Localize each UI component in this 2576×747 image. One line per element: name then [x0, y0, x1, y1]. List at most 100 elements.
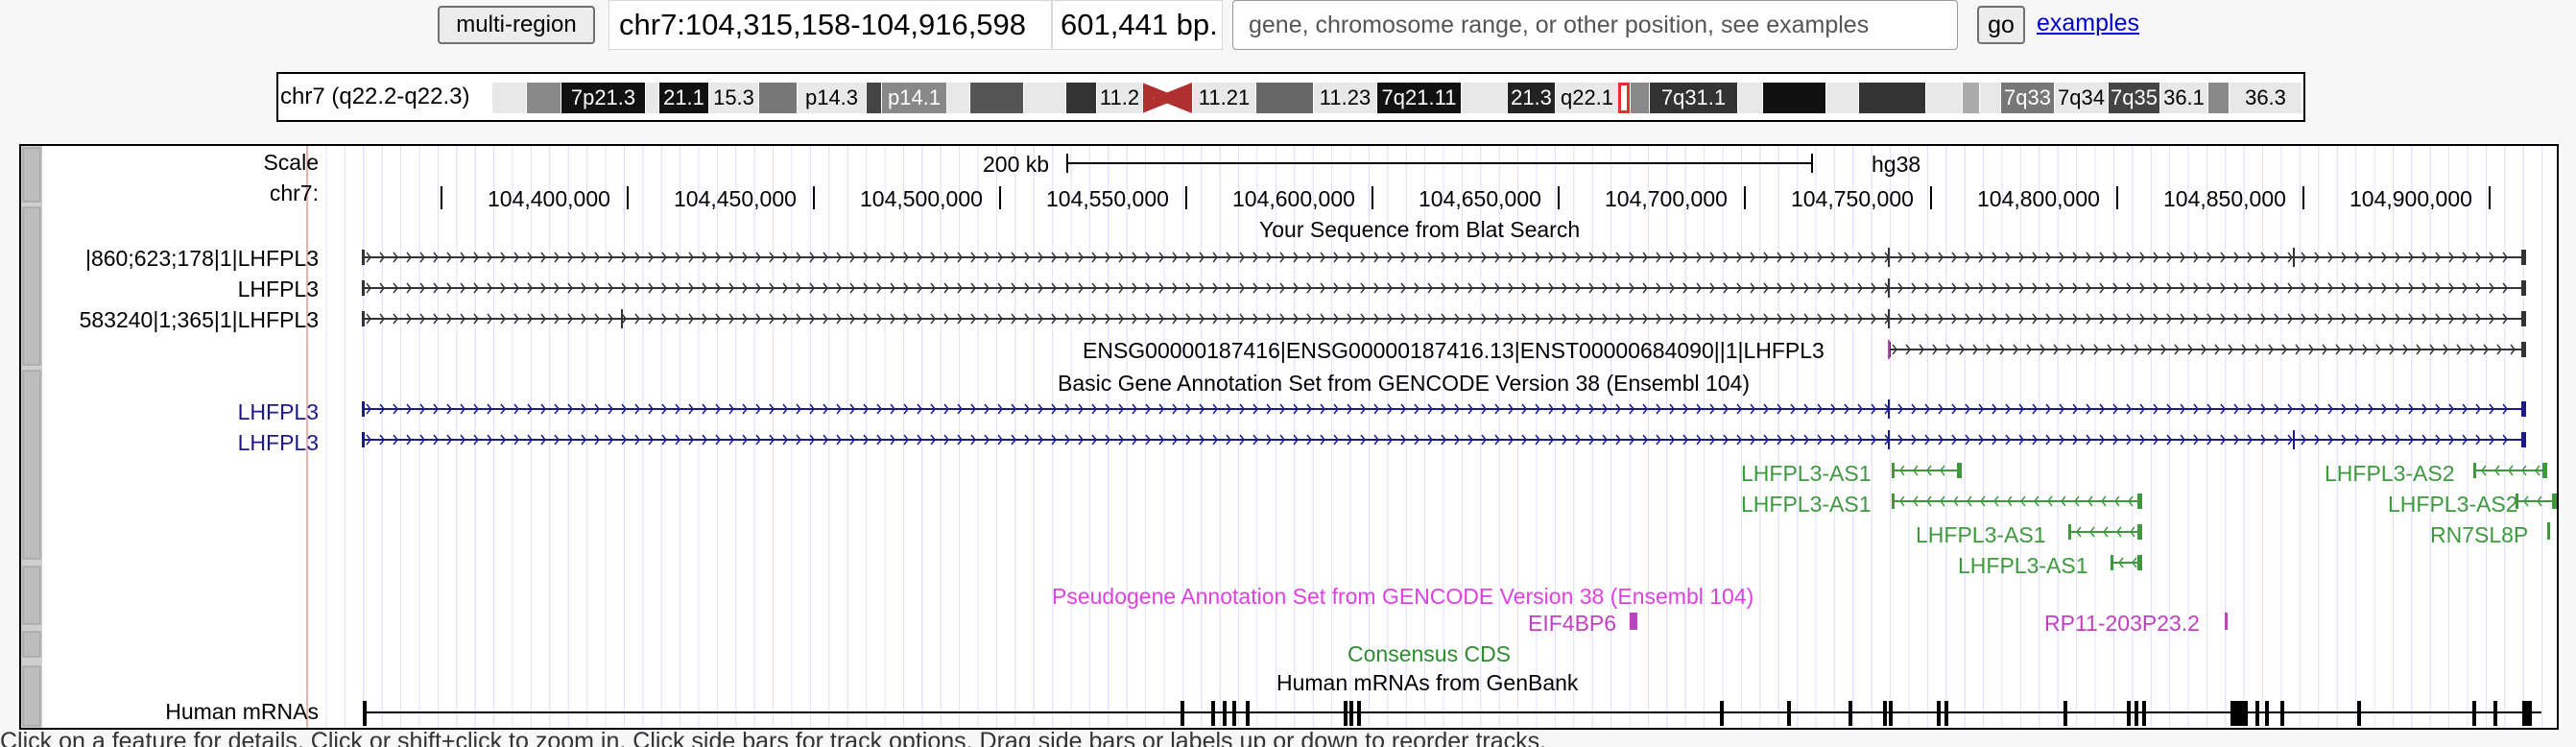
- antisense-transcript-exon: [2068, 524, 2071, 540]
- antisense-transcript-exon: [1892, 463, 1895, 478]
- antisense-label[interactable]: LHFPL3-AS2: [2325, 461, 2455, 487]
- blat-alignment-exon: [2521, 342, 2526, 357]
- ideogram-band: q22.1: [1555, 83, 1618, 113]
- ruler-tick-label: 104,650,000: [1419, 186, 1541, 211]
- antisense-label[interactable]: LHFPL3-AS1: [1741, 461, 1872, 487]
- mrna-exon: [2244, 701, 2248, 726]
- blat-item-label[interactable]: |860;623;178|1|LHFPL3: [85, 246, 319, 272]
- ideogram-band: 11.23: [1313, 83, 1376, 113]
- scale-label: Scale: [263, 150, 319, 175]
- ideogram-bands[interactable]: 7p21.3 21.1 15.3 p14.3 p14.1 11.2 11.21 …: [491, 83, 2302, 113]
- ruler-tick-label: 104,500,000: [860, 186, 983, 211]
- mrna-exon: [1211, 701, 1215, 726]
- ideogram-band: [866, 83, 881, 113]
- ideogram-band: [1825, 83, 1858, 113]
- mrna-exon: [1223, 701, 1227, 726]
- ideogram-band: [1255, 83, 1313, 113]
- mrna-exon: [2493, 701, 2497, 726]
- antisense-transcript-exon: [1892, 494, 1895, 509]
- antisense-label[interactable]: LHFPL3-AS1: [1958, 553, 2088, 579]
- mrna-exon: [2522, 701, 2532, 726]
- track-side-bar-segment: [22, 206, 41, 366]
- mrna-exon: [363, 701, 367, 726]
- track-side-bar-segment: [22, 631, 41, 658]
- blat-item-label[interactable]: 583240|1;365|1|LHFPL3: [80, 307, 319, 333]
- antisense-label[interactable]: RN7SL8P: [2430, 522, 2528, 548]
- blat-item-label[interactable]: LHFPL3: [238, 277, 319, 302]
- chrom-label: chr7:: [269, 181, 319, 205]
- rn7sl8p-feature: [2547, 522, 2550, 540]
- ideogram-band: [1737, 83, 1762, 113]
- gencode-track-title: Basic Gene Annotation Set from GENCODE V…: [1058, 371, 1751, 396]
- ideogram-band: p14.3: [797, 83, 866, 113]
- mrna-exon: [1937, 701, 1941, 726]
- antisense-label[interactable]: LHFPL3-AS1: [1741, 492, 1872, 518]
- mrna-exon: [1849, 701, 1852, 726]
- mrna-exon: [2265, 701, 2269, 726]
- scale-text: 200 kb: [983, 152, 1050, 177]
- antisense-transcript-exon: [2137, 555, 2142, 570]
- mrna-exon: [1889, 701, 1893, 726]
- examples-link[interactable]: examples: [2037, 10, 2139, 37]
- ideogram-band: [526, 83, 561, 113]
- ideogram-band: [1925, 83, 1962, 113]
- gencode-item-label[interactable]: LHFPL3: [238, 430, 319, 456]
- ruler-tick-label: 104,700,000: [1605, 186, 1728, 211]
- ideogram-band: 7p21.3: [561, 83, 645, 113]
- ideogram-band: [1023, 83, 1065, 113]
- mrna-track-label[interactable]: Human mRNAs: [165, 699, 319, 725]
- mrna-exon: [1357, 701, 1361, 726]
- mrna-exon: [1246, 701, 1250, 726]
- ideogram-label: chr7 (q22.2-q22.3): [280, 84, 470, 109]
- antisense-label[interactable]: LHFPL3-AS2: [2388, 492, 2518, 518]
- gencode-item-label[interactable]: LHFPL3: [238, 399, 319, 425]
- mrna-exon: [1232, 701, 1236, 726]
- blat-alignment-exon: [2521, 250, 2526, 265]
- mrna-exon: [1349, 701, 1353, 726]
- region-size: 601,441 bp.: [1052, 0, 1223, 50]
- blat-item-label[interactable]: ENSG00000187416|ENSG00000187416.13|ENST0…: [1083, 338, 1825, 364]
- mrna-exon: [1787, 701, 1791, 726]
- ideogram-band: [1762, 83, 1825, 113]
- blat-alignment-exon: [362, 250, 365, 265]
- mrna-exon: [1181, 701, 1184, 726]
- ideogram-band: [645, 83, 658, 113]
- ruler-tick-label: 104,750,000: [1791, 186, 1914, 211]
- pseudo-track-title: Pseudogene Annotation Set from GENCODE V…: [1052, 584, 1754, 609]
- ideogram-band: [2207, 83, 2229, 113]
- mrna-exon: [2230, 701, 2244, 726]
- ruler-tick-label: 104,550,000: [1046, 186, 1169, 211]
- ideogram-band: [1858, 83, 1925, 113]
- mrna-exon: [2280, 701, 2284, 726]
- track-side-bar-segment: [22, 370, 41, 560]
- pseudogene-feature: [2225, 613, 2228, 630]
- ideogram-band: [1461, 83, 1507, 113]
- antisense-transcript-exon: [2137, 524, 2142, 540]
- ideogram-band: 7q35: [2108, 83, 2159, 113]
- ideogram-band: 21.3: [1507, 83, 1555, 113]
- gencode-transcript-exon: [2521, 401, 2526, 417]
- antisense-label[interactable]: LHFPL3-AS1: [1916, 522, 2046, 548]
- pseudo-item-label[interactable]: RP11-203P23.2: [2044, 611, 2200, 637]
- ideogram-band: 7q21.11: [1376, 83, 1461, 113]
- mrna-exon: [2135, 701, 2138, 726]
- gencode-transcript-exon: [362, 401, 365, 417]
- antisense-transcript-exon: [2552, 494, 2557, 509]
- gencode-transcript-exon: [362, 432, 365, 447]
- antisense-transcript-exon: [2473, 463, 2476, 478]
- ideogram-band: p14.1: [881, 83, 946, 113]
- pseudo-item-label[interactable]: EIF4BP6: [1528, 611, 1616, 637]
- ruler-tick-label: 104,800,000: [1977, 186, 2100, 211]
- ideogram-band: 11.21: [1192, 83, 1255, 113]
- multi-region-button[interactable]: multi-region: [438, 6, 595, 44]
- ideogram-band: [969, 83, 1023, 113]
- ruler-tick-label: 104,600,000: [1232, 186, 1355, 211]
- ideogram-band: [1154, 83, 1192, 113]
- blat-alignment-exon: [362, 280, 365, 296]
- search-input[interactable]: [1232, 0, 1958, 50]
- ideogram-band: 7q31.1: [1649, 83, 1737, 113]
- track-image[interactable]: Scale chr7: 200 kb hg38 104,400,000 104,…: [19, 144, 2559, 730]
- go-button[interactable]: go: [1977, 6, 2025, 44]
- track-side-bar-segment: [22, 665, 41, 727]
- ruler-tick-label: 104,450,000: [674, 186, 797, 211]
